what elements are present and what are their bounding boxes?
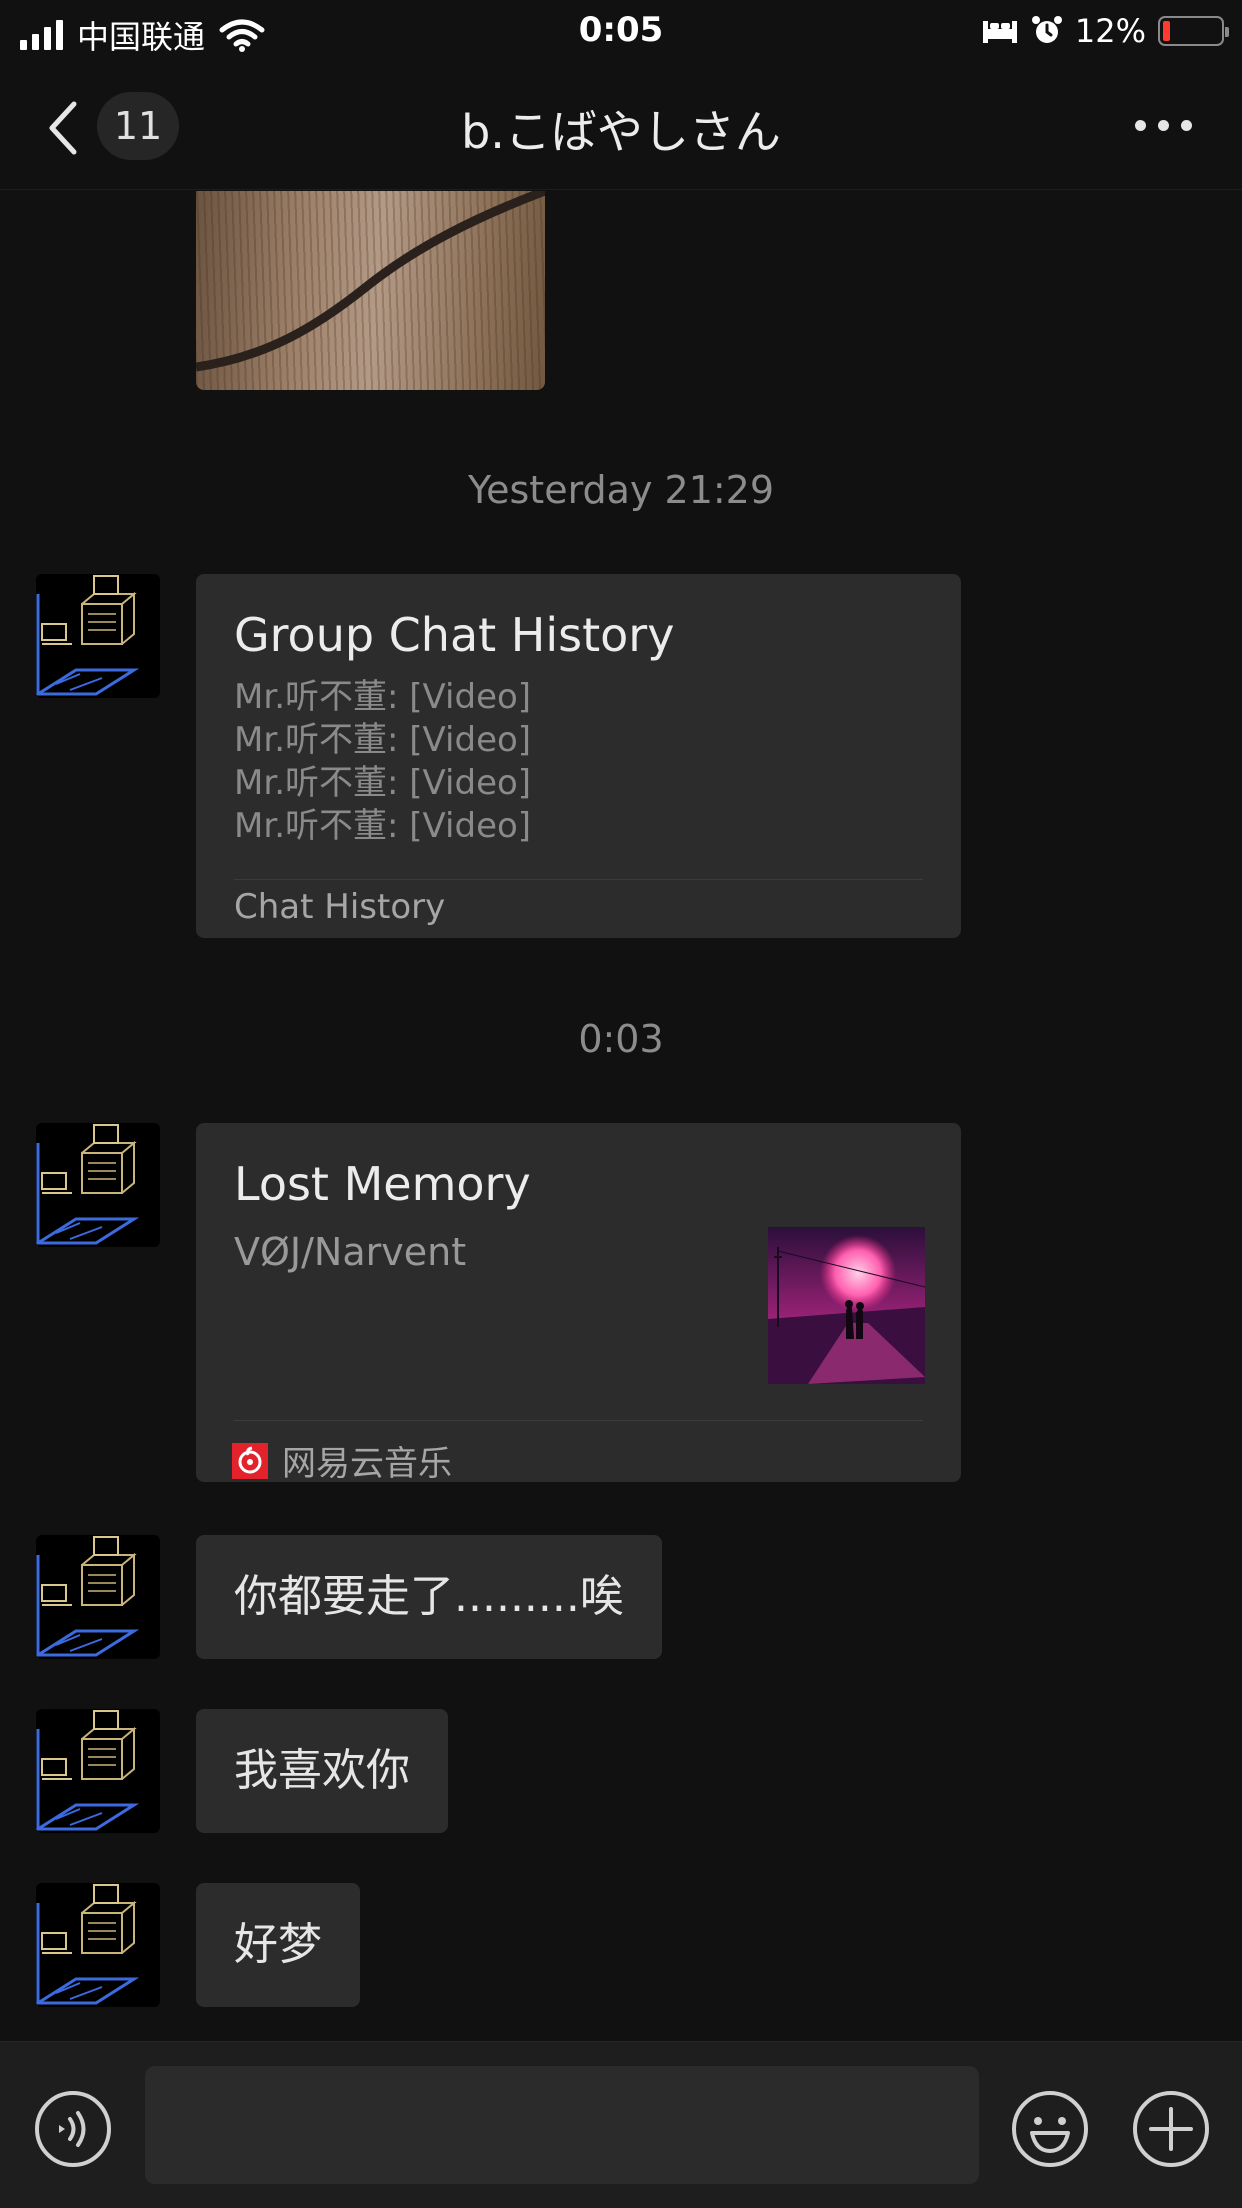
plus-icon[interactable] [1131, 2089, 1211, 2169]
nav-bar: 11 b.こばやしさん [0, 62, 1242, 190]
battery-icon [1158, 16, 1229, 46]
netease-music-icon [232, 1442, 268, 1479]
timestamp: Yesterday 21:29 [467, 468, 775, 512]
avatar[interactable] [36, 1123, 160, 1247]
battery-percent: 12% [1074, 12, 1146, 50]
message-list[interactable]: Yesterday 21:29 Group Chat History Mr.听不… [0, 191, 1242, 2041]
album-cover [768, 1227, 925, 1384]
alarm-icon [1031, 16, 1062, 43]
chat-history-preview: Mr.听不董: [Video] Mr.听不董: [Video] Mr.听不董: … [234, 676, 531, 848]
music-source: 网易云音乐 [232, 1436, 452, 1485]
avatar[interactable] [36, 1883, 160, 2007]
avatar[interactable] [36, 1709, 160, 1833]
divider [234, 879, 923, 880]
status-bar: 中国联通 0:05 12% [0, 0, 1242, 62]
chat-title: b.こばやしさん [461, 105, 781, 159]
chat-history-title: Group Chat History [234, 608, 675, 662]
text-message[interactable]: 你都要走了.........唉 [196, 1535, 662, 1659]
input-bar [0, 2041, 1242, 2208]
text-message[interactable]: 我喜欢你 [196, 1709, 448, 1833]
battery-level [1163, 21, 1170, 41]
status-right: 12% [981, 12, 1229, 50]
chat-history-line: Mr.听不董: [Video] [234, 720, 532, 760]
divider [234, 1420, 923, 1421]
song-artist: VØJ/Narvent [234, 1230, 467, 1274]
sleep-icon [982, 21, 1017, 43]
chat-history-card[interactable]: Group Chat History Mr.听不董: [Video] Mr.听不… [196, 574, 961, 938]
chat-history-footer: Chat History [234, 887, 446, 927]
chat-history-line: Mr.听不董: [Video] [234, 677, 532, 717]
chat-history-line: Mr.听不董: [Video] [234, 806, 532, 846]
song-title: Lost Memory [234, 1157, 531, 1211]
chat-screen: 中国联通 0:05 12% 11 b.こばやしさん Yesterday 21:2… [0, 0, 1242, 2208]
avatar[interactable] [36, 1535, 160, 1659]
photo-message[interactable] [196, 191, 545, 390]
avatar[interactable] [36, 574, 160, 698]
music-app-name: 网易云音乐 [282, 1444, 452, 1484]
music-card[interactable]: Lost Memory VØJ/Narvent 网易云音乐 [196, 1123, 961, 1485]
more-icon[interactable] [1135, 120, 1192, 131]
emoji-icon[interactable] [1010, 2089, 1090, 2169]
chat-history-line: Mr.听不董: [Video] [234, 763, 532, 803]
message-input[interactable] [145, 2066, 979, 2184]
voice-icon[interactable] [33, 2089, 113, 2169]
timestamp: 0:03 [578, 1017, 664, 1061]
text-message[interactable]: 好梦 [196, 1883, 360, 2007]
